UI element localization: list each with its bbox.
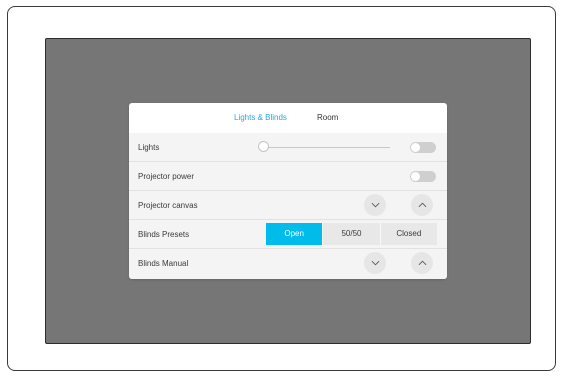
projector-canvas-up-button[interactable] [411,194,433,216]
lights-slider-track[interactable] [264,147,390,148]
row-lights: Lights [129,133,447,162]
tab-bar: Lights & Blinds Room [129,103,447,133]
chevron-up-icon [418,260,426,266]
row-blinds-manual: Blinds Manual [129,249,447,278]
blinds-presets-segmented-control: Open 50/50 Closed [266,223,437,245]
row-blinds-presets: Blinds Presets Open 50/50 Closed [129,220,447,249]
projector-power-label: Projector power [138,172,195,181]
control-rows: Lights Projector power Projector canvas … [129,133,447,279]
tab-lights-and-blinds[interactable]: Lights & Blinds [234,113,287,122]
blinds-manual-label: Blinds Manual [138,259,189,268]
chevron-down-icon [371,260,379,266]
tab-room[interactable]: Room [317,113,338,122]
projector-power-toggle-knob [411,172,420,181]
projector-canvas-label: Projector canvas [138,201,198,210]
lights-toggle[interactable] [410,142,436,153]
projector-power-toggle[interactable] [410,171,436,182]
lights-slider-thumb[interactable] [258,141,269,152]
blinds-manual-up-button[interactable] [411,252,433,274]
control-panel: Lights & Blinds Room Lights Projector po… [129,103,447,279]
blinds-manual-down-button[interactable] [364,252,386,274]
chevron-down-icon [371,202,379,208]
row-projector-canvas: Projector canvas [129,191,447,220]
lights-label: Lights [138,143,160,152]
blinds-presets-label: Blinds Presets [138,230,190,239]
preset-closed-button[interactable]: Closed [379,223,437,245]
preset-open-button[interactable]: Open [266,223,323,245]
preset-50-50-button[interactable]: 50/50 [322,223,380,245]
chevron-up-icon [418,202,426,208]
row-projector-power: Projector power [129,162,447,191]
projector-canvas-down-button[interactable] [364,194,386,216]
lights-toggle-knob [411,143,420,152]
